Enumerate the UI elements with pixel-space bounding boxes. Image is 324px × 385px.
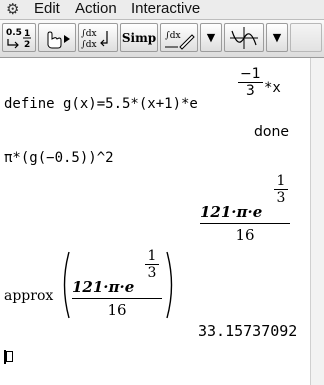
svg-text:2: 2 bbox=[24, 40, 30, 50]
output-text: done bbox=[254, 124, 289, 140]
integral-pen-button[interactable]: ∫dx bbox=[160, 23, 198, 52]
exponent-tail: *x bbox=[264, 80, 281, 96]
menu-edit[interactable]: Edit bbox=[34, 0, 60, 18]
svg-text:0.5: 0.5 bbox=[6, 28, 22, 38]
menu-bar: ⚙ Edit Action Interactive bbox=[0, 0, 324, 20]
decimal-fraction-toggle-icon: 0.5 1 2 bbox=[6, 28, 31, 50]
fraction-bar bbox=[72, 298, 162, 299]
exponent-fraction-1: −1 3 bbox=[238, 66, 263, 99]
hand-arrow-icon bbox=[47, 30, 70, 48]
dropdown-arrow-icon: ▼ bbox=[272, 31, 282, 44]
output-line-2: 1 3 121·π·e 16 bbox=[198, 173, 298, 244]
output-text: 33.15737092 bbox=[198, 322, 298, 340]
fraction-denominator: 16 bbox=[107, 301, 127, 319]
output-line-1: done bbox=[254, 124, 289, 140]
gear-icon[interactable]: ⚙ bbox=[6, 0, 19, 18]
toolbar: 0.5 1 2 ∫dx ∫dx Simp ∫dx ▼ ▼ bbox=[0, 20, 324, 58]
input-text: π*(g(−0.5))^2 bbox=[4, 150, 114, 166]
output-line-3: 33.15737092 bbox=[198, 322, 297, 340]
exponent-numerator: −1 bbox=[238, 66, 263, 83]
function-name: approx bbox=[4, 288, 54, 304]
svg-text:∫dx: ∫dx bbox=[81, 40, 97, 50]
svg-text:∫dx: ∫dx bbox=[165, 31, 181, 41]
input-placeholder-box[interactable] bbox=[6, 351, 13, 362]
dropdown-arrow-icon: ▼ bbox=[206, 31, 216, 44]
input-line-3[interactable]: approx 1 3 121·π·e 16 bbox=[4, 248, 204, 319]
integral-pen-icon: ∫dx bbox=[165, 31, 195, 50]
input-text: define g(x)=5.5*(x+1)*e bbox=[4, 96, 198, 112]
exponent-denominator: 3 bbox=[245, 83, 255, 99]
simp-button[interactable]: Simp bbox=[120, 23, 158, 52]
fraction-denominator: 16 bbox=[235, 226, 255, 244]
menu-interactive[interactable]: Interactive bbox=[131, 0, 200, 18]
input-line-1[interactable]: define g(x)=5.5*(x+1)*e bbox=[4, 96, 198, 112]
fraction-bar bbox=[200, 223, 290, 224]
dropdown-arrow-1-button[interactable]: ▼ bbox=[200, 23, 222, 52]
integral-convert-icon: ∫dx ∫dx bbox=[81, 29, 108, 50]
fraction-numerator: 121·π·e bbox=[200, 203, 263, 221]
hand-arrow-button[interactable] bbox=[38, 23, 76, 52]
input-line-2[interactable]: π*(g(−0.5))^2 bbox=[4, 150, 114, 166]
vertical-scrollbar[interactable] bbox=[310, 58, 324, 385]
exponent-tail-text: *x bbox=[264, 80, 281, 96]
exp-numerator: 1 bbox=[276, 173, 286, 189]
graph-button[interactable] bbox=[224, 23, 264, 52]
menu-action[interactable]: Action bbox=[75, 0, 117, 18]
graph-icon bbox=[230, 26, 258, 49]
exp-denominator: 3 bbox=[145, 264, 159, 281]
dropdown-arrow-2-button[interactable]: ▼ bbox=[266, 23, 288, 52]
simp-label: Simp bbox=[121, 30, 157, 45]
integral-convert-button[interactable]: ∫dx ∫dx bbox=[78, 23, 118, 52]
exp-fraction: 1 3 bbox=[145, 248, 159, 281]
right-paren-icon bbox=[166, 251, 173, 319]
toolbar-overflow[interactable] bbox=[290, 23, 322, 52]
main-document[interactable]: define g(x)=5.5*(x+1)*e −1 3 *x done π*(… bbox=[0, 58, 310, 385]
exp-fraction: 1 3 bbox=[274, 173, 288, 206]
fraction-numerator: 121·π·e bbox=[72, 278, 135, 296]
exp-denominator: 3 bbox=[274, 189, 288, 206]
exp-numerator: 1 bbox=[147, 248, 157, 264]
decimal-fraction-toggle-button[interactable]: 0.5 1 2 bbox=[2, 23, 36, 52]
svg-text:∫dx: ∫dx bbox=[81, 29, 97, 39]
